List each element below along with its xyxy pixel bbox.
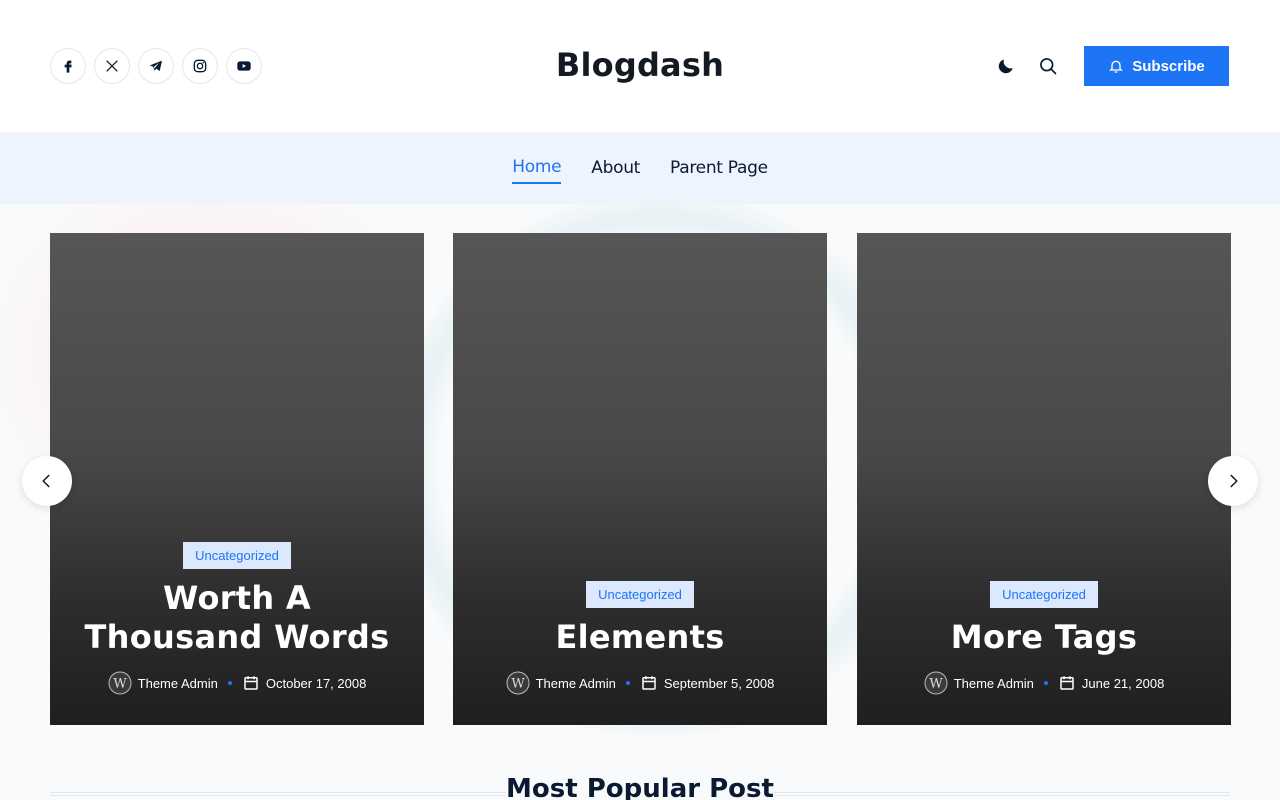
calendar-icon [1060,676,1074,690]
nav-item-parent-page[interactable]: Parent Page [670,154,768,183]
card-content: Uncategorized Elements W Theme Admin Sep… [453,581,827,695]
calendar-icon [642,676,656,690]
avatar: W [108,671,132,695]
post-meta: W Theme Admin September 5, 2008 [506,671,775,695]
meta-separator [1043,681,1048,685]
featured-post-card[interactable]: Uncategorized More Tags W Theme Admin Ju… [857,233,1231,725]
main-nav: Home About Parent Page [0,132,1280,204]
calendar-icon [244,676,258,690]
post-meta: W Theme Admin June 21, 2008 [924,671,1164,695]
post-meta: W Theme Admin October 17, 2008 [108,671,366,695]
chevron-right-icon [1230,474,1238,488]
avatar: W [506,671,530,695]
search-button[interactable] [1033,51,1063,81]
category-badge[interactable]: Uncategorized [586,581,694,608]
header-actions: Subscribe [991,46,1229,86]
chevron-left-icon [42,474,50,488]
card-content: Uncategorized Worth A Thousand Words W T… [50,542,424,695]
popular-section-header: Most Popular Post [50,772,1230,800]
post-title[interactable]: More Tags [951,618,1137,657]
main-content: Uncategorized Worth A Thousand Words W T… [0,204,1280,800]
slider-prev-button[interactable] [22,456,72,506]
post-date[interactable]: June 21, 2008 [1082,676,1164,691]
featured-post-card[interactable]: Uncategorized Elements W Theme Admin Sep… [453,233,827,725]
bell-icon [1109,60,1124,73]
subscribe-label: Subscribe [1132,57,1205,75]
category-badge[interactable]: Uncategorized [990,581,1098,608]
post-title[interactable]: Worth A Thousand Words [70,579,404,657]
subscribe-button[interactable]: Subscribe [1084,46,1229,86]
author-name[interactable]: Theme Admin [954,676,1034,691]
svg-text:W: W [113,677,127,692]
search-icon [1040,58,1057,75]
site-header: Blogdash Subscribe [0,0,1280,132]
nav-item-home[interactable]: Home [512,153,562,184]
author-name[interactable]: Theme Admin [536,676,616,691]
dark-mode-toggle[interactable] [991,51,1021,81]
card-content: Uncategorized More Tags W Theme Admin Ju… [857,581,1231,695]
nav-item-about[interactable]: About [591,154,640,183]
post-date[interactable]: October 17, 2008 [266,676,366,691]
moon-icon [998,59,1013,74]
svg-text:W: W [511,677,525,692]
post-title[interactable]: Elements [555,618,724,657]
post-date[interactable]: September 5, 2008 [664,676,775,691]
meta-separator [227,681,232,685]
svg-text:W: W [929,677,943,692]
meta-separator [625,681,630,685]
section-title: Most Popular Post [506,774,774,800]
author-name[interactable]: Theme Admin [138,676,218,691]
avatar: W [924,671,948,695]
featured-post-card[interactable]: Uncategorized Worth A Thousand Words W T… [50,233,424,725]
slider-next-button[interactable] [1208,456,1258,506]
category-badge[interactable]: Uncategorized [183,542,291,569]
